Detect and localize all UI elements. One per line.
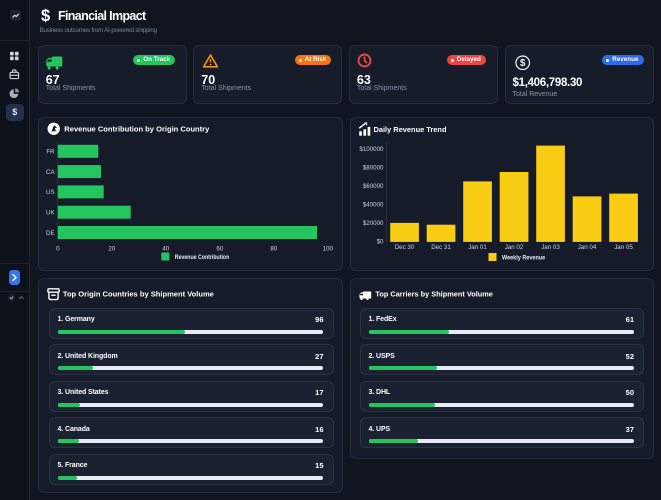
svg-text:100: 100 xyxy=(322,245,333,252)
svg-text:Dec 31: Dec 31 xyxy=(431,244,451,251)
svg-text:0: 0 xyxy=(56,245,60,252)
svg-text:FR: FR xyxy=(46,148,55,155)
svg-text:Jan 01: Jan 01 xyxy=(468,244,487,251)
svg-text:UK: UK xyxy=(46,209,55,216)
svg-text:Top Carriers by Shipment Volum: Top Carriers by Shipment Volume xyxy=(375,289,493,298)
svg-text:CA: CA xyxy=(46,168,55,175)
svg-text:40: 40 xyxy=(162,245,169,252)
svg-text:$60000: $60000 xyxy=(362,183,383,190)
svg-text:Top Origin Countries by Shipme: Top Origin Countries by Shipment Volume xyxy=(63,289,214,298)
svg-text:Revenue Contribution: Revenue Contribution xyxy=(174,254,229,261)
svg-text:20: 20 xyxy=(108,245,115,252)
svg-text:Revenue Contribution by Origin: Revenue Contribution by Origin Country xyxy=(64,124,210,133)
svg-text:Jan 03: Jan 03 xyxy=(541,244,560,251)
svg-text:Jan 02: Jan 02 xyxy=(504,244,523,251)
svg-text:DE: DE xyxy=(46,229,55,236)
svg-text:$0: $0 xyxy=(376,238,383,245)
svg-text:$100000: $100000 xyxy=(359,146,384,153)
svg-text:Dec 30: Dec 30 xyxy=(394,244,414,251)
svg-text:60: 60 xyxy=(216,245,223,252)
svg-text:80: 80 xyxy=(270,245,277,252)
svg-text:US: US xyxy=(46,189,55,196)
svg-text:$40000: $40000 xyxy=(362,201,383,208)
svg-text:Daily Revenue Trend: Daily Revenue Trend xyxy=(373,125,446,134)
svg-text:Jan 05: Jan 05 xyxy=(614,244,633,251)
svg-text:$20000: $20000 xyxy=(362,220,383,227)
svg-text:$80000: $80000 xyxy=(362,164,383,171)
svg-text:Weekly Revenue: Weekly Revenue xyxy=(502,254,546,261)
svg-text:Jan 04: Jan 04 xyxy=(577,244,596,251)
svg-text:$: $ xyxy=(520,58,526,69)
